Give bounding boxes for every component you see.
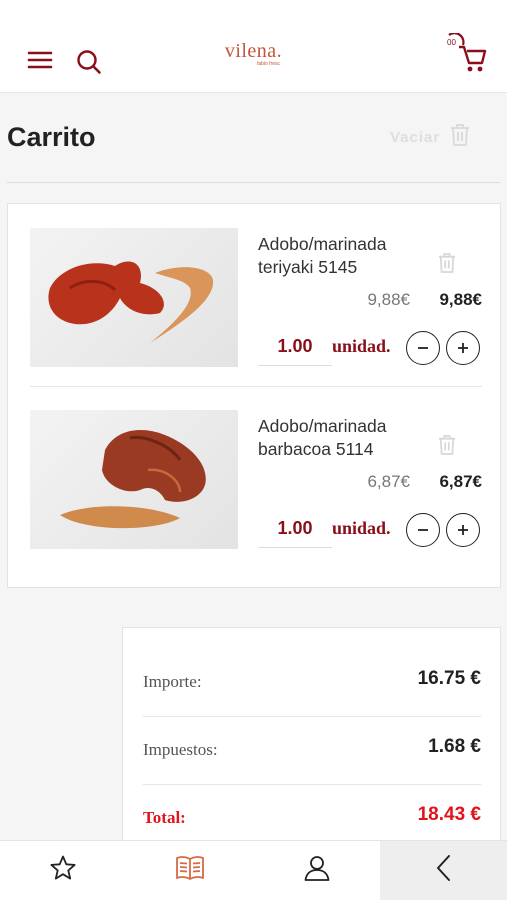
cart-item: Adobo/marinada teriyaki 5145 9,88€ 9,88€… bbox=[8, 204, 502, 387]
nav-account[interactable] bbox=[254, 841, 381, 900]
increase-quantity-button[interactable] bbox=[446, 331, 480, 365]
cart-items-list: Adobo/marinada teriyaki 5145 9,88€ 9,88€… bbox=[7, 203, 501, 588]
total-value: 18.43 € bbox=[417, 804, 481, 825]
nav-favorites[interactable] bbox=[0, 841, 127, 900]
bottom-navigation bbox=[0, 840, 507, 900]
unit-price: 9,88€ bbox=[367, 290, 410, 309]
summary-row-impuestos: Impuestos: 1.68 € bbox=[143, 696, 481, 764]
chevron-left-icon bbox=[434, 853, 454, 888]
decrease-quantity-button[interactable] bbox=[406, 331, 440, 365]
product-name[interactable]: Adobo/marinada teriyaki 5145 bbox=[258, 233, 418, 279]
app-header: vilena. fabio fresc 00 bbox=[0, 0, 507, 93]
importe-value: 16.75 € bbox=[417, 668, 481, 689]
unit-label: unidad. bbox=[332, 518, 391, 538]
title-divider bbox=[7, 182, 500, 183]
empty-cart-label: Vaciar bbox=[390, 128, 441, 146]
cart-count-badge: 00 bbox=[447, 38, 456, 47]
cart-item: Adobo/marinada barbacoa 5114 6,87€ 6,87€… bbox=[8, 386, 502, 568]
trash-icon bbox=[450, 123, 470, 151]
line-price: 6,87€ bbox=[439, 472, 482, 491]
decrease-quantity-button[interactable] bbox=[406, 513, 440, 547]
logo-text: vilena. bbox=[224, 40, 283, 62]
increase-quantity-button[interactable] bbox=[446, 513, 480, 547]
remove-item-icon[interactable] bbox=[438, 434, 456, 461]
product-image-teriyaki[interactable] bbox=[30, 228, 238, 367]
importe-label: Importe: bbox=[143, 672, 202, 691]
quantity-input[interactable] bbox=[258, 510, 332, 548]
impuestos-label: Impuestos: bbox=[143, 740, 218, 759]
remove-item-icon[interactable] bbox=[438, 252, 456, 279]
summary-row-importe: Importe: 16.75 € bbox=[143, 628, 481, 696]
total-label: Total: bbox=[143, 808, 186, 827]
quantity-input[interactable] bbox=[258, 328, 332, 366]
summary-row-total: Total: 18.43 € bbox=[143, 764, 481, 832]
unit-price: 6,87€ bbox=[367, 472, 410, 491]
brand-logo[interactable]: vilena. fabio fresc bbox=[0, 40, 507, 67]
nav-back[interactable] bbox=[380, 841, 507, 900]
impuestos-value: 1.68 € bbox=[428, 736, 481, 757]
logo-subtitle: fabio fresc bbox=[256, 61, 281, 67]
product-name[interactable]: Adobo/marinada barbacoa 5114 bbox=[258, 415, 418, 461]
page-title: Carrito bbox=[7, 122, 96, 152]
unit-label: unidad. bbox=[332, 336, 391, 356]
user-icon bbox=[303, 854, 331, 887]
empty-cart-button[interactable]: Vaciar bbox=[390, 122, 470, 152]
order-summary: Importe: 16.75 € Impuestos: 1.68 € Total… bbox=[122, 627, 501, 867]
star-icon bbox=[49, 854, 77, 887]
line-price: 9,88€ bbox=[439, 290, 482, 309]
book-icon bbox=[175, 854, 205, 887]
product-image-barbacoa[interactable] bbox=[30, 410, 238, 549]
nav-catalog[interactable] bbox=[127, 841, 254, 900]
